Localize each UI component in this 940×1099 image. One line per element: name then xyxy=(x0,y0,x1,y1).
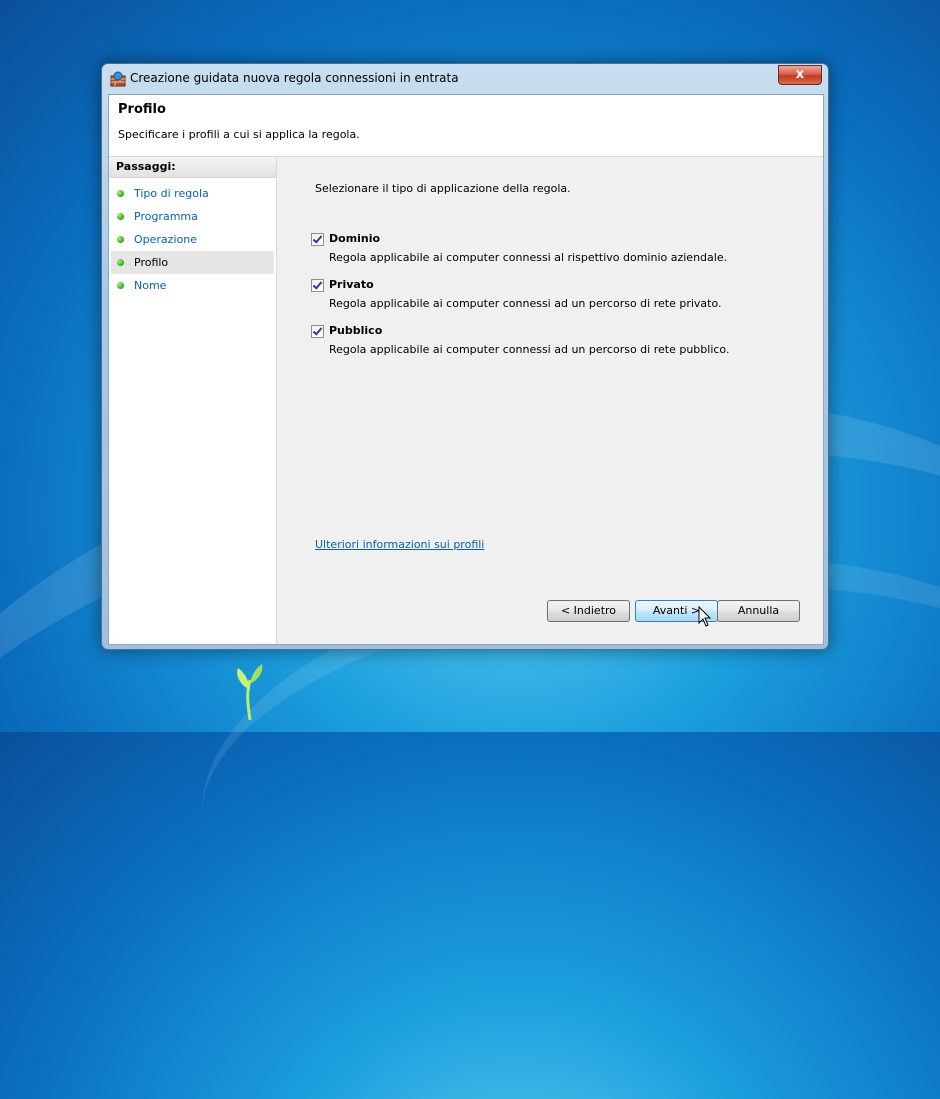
wizard-header: Profilo Specificare i profili a cui si a… xyxy=(109,95,823,157)
page-title: Profilo xyxy=(118,102,166,117)
green-dot-icon xyxy=(117,259,124,266)
green-dot-icon xyxy=(117,282,124,289)
wizard-window: Creazione guidata nuova regola connessio… xyxy=(101,63,829,650)
cancel-button[interactable]: Annulla xyxy=(717,600,800,622)
step-profilo: Profilo xyxy=(111,251,274,274)
step-label: Operazione xyxy=(134,233,197,246)
option-label[interactable]: Pubblico xyxy=(329,324,382,337)
privato-checkbox[interactable] xyxy=(311,279,324,292)
instruction-text: Selezionare il tipo di applicazione dell… xyxy=(315,182,571,195)
steps-sidebar: Passaggi: Tipo di regola Programma Opera… xyxy=(109,157,277,644)
step-label: Nome xyxy=(134,279,167,292)
desktop-logo-icon xyxy=(237,664,263,720)
pubblico-checkbox[interactable] xyxy=(311,325,324,338)
firewall-icon xyxy=(110,71,126,87)
step-programma[interactable]: Programma xyxy=(111,205,274,228)
step-label: Profilo xyxy=(134,256,169,269)
step-label: Programma xyxy=(134,210,198,223)
option-description: Regola applicabile ai computer connessi … xyxy=(329,343,730,356)
back-button[interactable]: < Indietro xyxy=(547,600,630,622)
mouse-cursor-icon xyxy=(698,606,712,627)
close-button[interactable]: x xyxy=(778,65,822,85)
more-info-link[interactable]: Ulteriori informazioni sui profili xyxy=(315,538,484,551)
step-label: Tipo di regola xyxy=(134,187,209,200)
wizard-client: Profilo Specificare i profili a cui si a… xyxy=(108,94,824,645)
option-label[interactable]: Dominio xyxy=(329,232,380,245)
title-bar[interactable]: Creazione guidata nuova regola connessio… xyxy=(102,64,828,92)
step-tipo-di-regola[interactable]: Tipo di regola xyxy=(111,182,274,205)
step-nome[interactable]: Nome xyxy=(111,274,274,297)
green-dot-icon xyxy=(117,236,124,243)
main-panel: Selezionare il tipo di applicazione dell… xyxy=(277,157,823,644)
green-dot-icon xyxy=(117,213,124,220)
steps-header: Passaggi: xyxy=(109,157,276,178)
option-description: Regola applicabile ai computer connessi … xyxy=(329,297,722,310)
green-dot-icon xyxy=(117,190,124,197)
option-description: Regola applicabile ai computer connessi … xyxy=(329,251,728,264)
step-operazione[interactable]: Operazione xyxy=(111,228,274,251)
window-title: Creazione guidata nuova regola connessio… xyxy=(130,71,459,85)
dominio-checkbox[interactable] xyxy=(311,233,324,246)
page-subtitle: Specificare i profili a cui si applica l… xyxy=(118,128,360,141)
option-label[interactable]: Privato xyxy=(329,278,374,291)
